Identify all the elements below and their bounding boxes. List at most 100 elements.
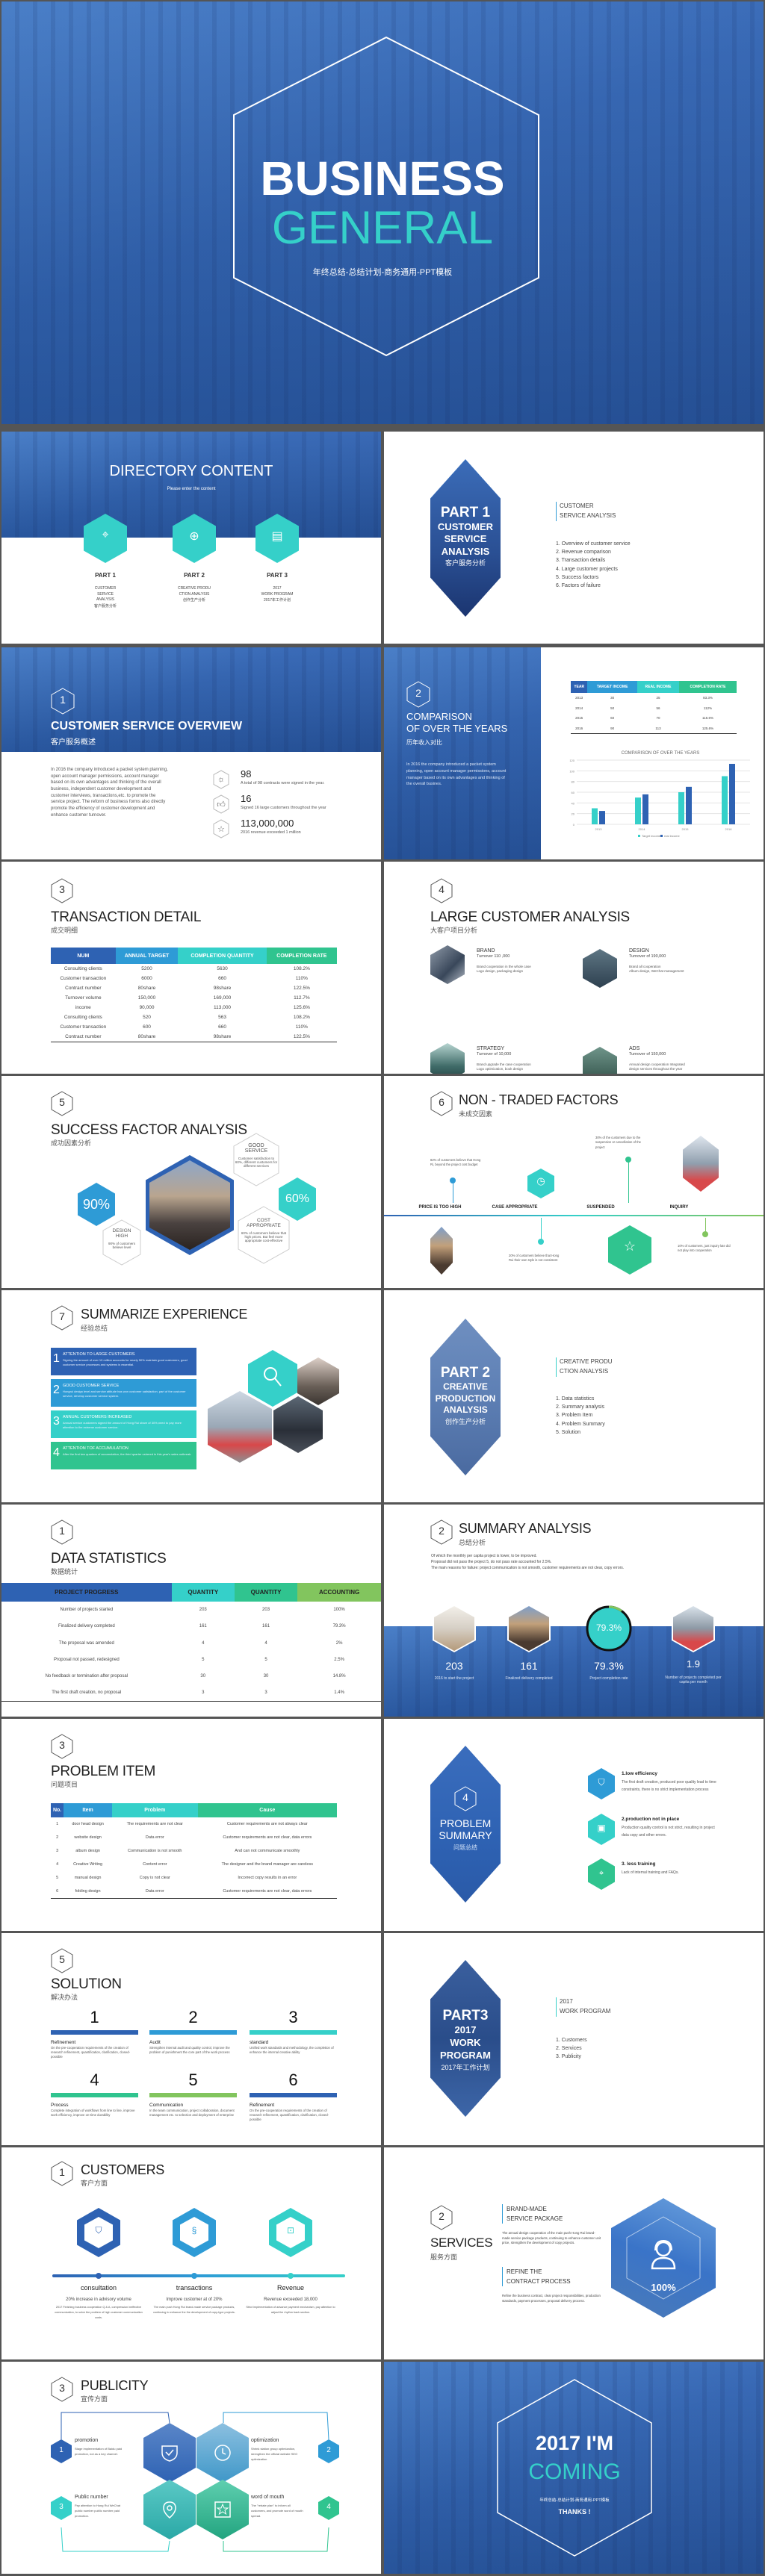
success-title: SUCCESS FACTOR ANALYSIS (51, 1122, 247, 1138)
part2-side-title-2: CTION ANALYSIS (560, 1367, 609, 1375)
solution-title: Communication (149, 2103, 184, 2108)
customer-item-title: consultation (80, 2284, 117, 2292)
meeting-image (683, 1136, 719, 1192)
table-cell: 112% (703, 706, 713, 710)
table-row: 2014 50 56 112% (571, 703, 737, 714)
table-cell: And can not communicate smoothly (235, 1849, 300, 1853)
table-row: No feedback or termination after proposa… (1, 1668, 381, 1684)
thumbs-up-icon: 👍︎ (213, 794, 229, 814)
experience-card: 3 ANNUAL CUSTOMERS INCREASED Annual servic… (51, 1410, 196, 1438)
timeline-stem (628, 1160, 629, 1203)
factor-label: PRICE IS TOO HIGH (418, 1205, 462, 1210)
table-cell: 563 (218, 1015, 226, 1020)
table-header-cell: Problem (111, 1803, 198, 1817)
table-row: Proposal not passed, redesigned 5 5 2.5% (1, 1652, 381, 1668)
experience-card: 4 ATTENTION TOF ACCUMULATION After the fir… (51, 1442, 196, 1469)
chart-y-tick: 40 (572, 801, 575, 805)
table-cell: 2 (56, 1835, 59, 1840)
table-cell: 150,000 (137, 995, 156, 1001)
experience-desc: Annual service customers signed the amou… (63, 1421, 182, 1430)
table-cell: Contract number (65, 1033, 102, 1039)
comparison-cn: 历年收入对比 (406, 739, 442, 746)
large-customer-image (430, 1043, 465, 1074)
table-cell: 6 (56, 1888, 59, 1894)
part3-title-3: PROGRAM (440, 2049, 491, 2061)
solution-bar (149, 2030, 237, 2035)
table-header-row: No. Item Problem Cause (51, 1803, 337, 1817)
part2-cn: 创作生产分析 (445, 1417, 486, 1425)
problem-summary-title: 3. less training (622, 1861, 656, 1867)
part-list-item: 2. Revenue comparison (556, 550, 611, 556)
table-cell: 30 (263, 1674, 269, 1679)
large-customer-desc: Logo design, packaging design (477, 969, 524, 973)
chart-y-tick: 60 (572, 791, 575, 794)
factor-note: 30% of the customers due to the suspensi… (595, 1136, 641, 1149)
overview-stat-value: 16 (241, 793, 252, 804)
publicity-number: 3 (59, 2503, 64, 2511)
table-cell: 14.8% (332, 1674, 346, 1679)
table-cell: 6000 (141, 976, 152, 981)
solution-number: 2 (188, 2008, 198, 2026)
customers-title: CUSTOMERS (81, 2162, 164, 2177)
table-row: The proposal was amended 4 4 2% (1, 1635, 381, 1652)
solution-desc: Strengthen internal audit and quality co… (149, 2046, 230, 2055)
solution-bar (51, 2030, 138, 2035)
part2-slide: PART 2 CREATIVE PRODUCTION ANALYSIS 创作生产… (384, 1290, 764, 1502)
part-list-item: 3. Publicity (556, 2054, 581, 2060)
table-cell: 2% (335, 1640, 343, 1646)
transaction-table: NUM ANNUAL TARGET COMPLETION QUANTITY COMPL… (51, 948, 337, 1042)
table-row: Customer transaction 6000 660 110% (51, 974, 337, 983)
large-customer-desc: Annual design cooperation Integrated (629, 1063, 685, 1066)
publicity-item-title: promotion (75, 2438, 99, 2443)
table-cell: Customer transaction (60, 976, 107, 981)
table-cell: Data error (145, 1835, 164, 1840)
table-header-cell: Item (64, 1803, 112, 1817)
part3-slide: PART3 2017 WORK PROGRAM 2017年工作计划 2017 W… (384, 1933, 764, 2145)
table-cell: 60 (610, 716, 615, 721)
table-cell: website design (74, 1835, 102, 1840)
bar-real-income-2013 (599, 811, 605, 824)
good-title-1: GOOD (248, 1143, 264, 1148)
table-header-row: YEAR TARGET INCOME REAL INCOME COMPLETION R… (571, 681, 737, 693)
psummary-title-1: PROBLEM (439, 1817, 492, 1829)
cover-title: BUSINESS (260, 152, 505, 205)
table-cell: 5 (56, 1876, 59, 1880)
part3-title-2: WORK (450, 2036, 481, 2048)
table-cell: 80share (137, 1033, 156, 1039)
psummary-cn: 问题总结 (453, 1844, 477, 1852)
part-list-item: 3. Transaction details (556, 558, 606, 564)
bar-target-income-2013 (592, 808, 598, 824)
solution-title: standard (250, 2040, 269, 2045)
customers-slide: 1 CUSTOMERS 客户方面 ⛉ consultation 20% increa… (1, 2147, 381, 2359)
table-cell: No feedback or termination after proposa… (45, 1674, 128, 1679)
summary-cn: 总结分析 (459, 1539, 486, 1546)
table-cell: 1 (56, 1822, 59, 1826)
table-cell: 83.3% (703, 696, 713, 700)
table-cell: 90 (610, 726, 615, 730)
table-cell: Customer requirements are not clear, dat… (223, 1835, 312, 1840)
problem-summary-desc: The first draft creation, produced poor … (622, 1780, 716, 1792)
services-pct: 100% (651, 2282, 676, 2293)
table-header-cell: PROJECT PROGRESS (1, 1583, 172, 1602)
table-cell: The designer and the brand manager are c… (221, 1862, 313, 1867)
part3-label: PART3 (442, 2008, 489, 2023)
publicity-item-desc: Stage implementation of Baidu paid promo… (75, 2447, 123, 2456)
table-row: 3 album design Communication is not smooth… (51, 1844, 337, 1858)
experience-number: 3 (53, 1415, 60, 1428)
table-cell: Incorrect copy results in an error (238, 1876, 297, 1880)
directory-part-line: 2017年工作计划 (263, 598, 291, 603)
part2-side-title-1: CREATIVE PRODU (560, 1358, 613, 1365)
directory-part-label: PART 1 (95, 572, 116, 579)
table-cell: Turnover volume (65, 995, 102, 1001)
directory-part-line: WORK PROGRAM (261, 591, 294, 597)
summary-title: SUMMARY ANALYSIS (459, 1521, 592, 1536)
table-cell: Number of projects started (60, 1608, 114, 1613)
table-cell: 4 (202, 1640, 205, 1646)
table-row: Customer transaction 600 660 110% (51, 1022, 337, 1032)
support-agent-icon (651, 2239, 676, 2270)
problem-table: No. Item Problem Cause 1 door head design The … (51, 1803, 337, 1899)
ending-line1: 2017 I'M (536, 2432, 613, 2454)
services-number: 2 (439, 2210, 445, 2222)
table-cell: Customer transaction (60, 1024, 107, 1030)
solution-bar (51, 2093, 138, 2097)
